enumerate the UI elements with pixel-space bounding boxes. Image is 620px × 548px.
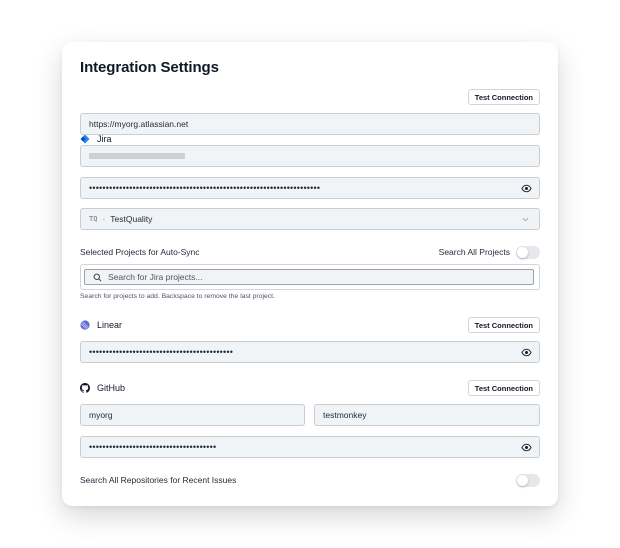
eye-icon[interactable]	[521, 183, 532, 194]
integration-settings-card: Integration Settings Jira Test Connectio…	[62, 42, 558, 506]
chevron-down-icon	[522, 217, 529, 222]
github-section-header: GitHub	[80, 379, 125, 397]
project-separator: ·	[102, 214, 106, 224]
linear-icon	[80, 320, 90, 330]
linear-test-connection-button[interactable]: Test Connection	[467, 317, 540, 333]
linear-label: Linear	[97, 320, 123, 330]
github-repo-value: testmonkey	[323, 410, 367, 420]
search-all-projects-label: Search All Projects	[438, 247, 510, 257]
jira-icon	[80, 134, 90, 144]
search-icon	[93, 273, 102, 281]
jira-token-dots: ••••••••••••••••••••••••••••••••••••••••…	[89, 183, 321, 193]
jira-project-search-input[interactable]: Search for Jira projects...	[84, 269, 534, 285]
jira-url-field[interactable]: https://myorg.atlassian.net	[80, 113, 540, 135]
jira-label: Jira	[97, 134, 112, 144]
linear-token-dots: ••••••••••••••••••••••••••••••••••••••••…	[89, 347, 234, 357]
jira-test-connection-button[interactable]: Test Connection	[467, 89, 540, 105]
github-token-dots: ••••••••••••••••••••••••••••••••••••••	[89, 442, 217, 452]
linear-section-header: Linear	[80, 316, 122, 334]
search-all-projects-toggle[interactable]	[516, 245, 540, 259]
search-repos-label: Search All Repositories for Recent Issue…	[80, 475, 237, 485]
github-owner-value: myorg	[89, 410, 113, 420]
project-key-badge: TQ	[89, 215, 98, 223]
github-test-connection-button[interactable]: Test Connection	[467, 380, 540, 396]
github-token-field[interactable]: ••••••••••••••••••••••••••••••••••••••	[80, 436, 540, 458]
linear-api-key-field[interactable]: ••••••••••••••••••••••••••••••••••••••••…	[80, 341, 540, 363]
search-repos-row: Search All Repositories for Recent Issue…	[80, 472, 540, 488]
page-title: Integration Settings	[80, 59, 219, 76]
search-placeholder: Search for Jira projects...	[108, 272, 203, 282]
github-label: GitHub	[97, 383, 126, 393]
eye-icon[interactable]	[521, 442, 532, 453]
redacted-value	[89, 153, 185, 159]
jira-email-field[interactable]	[80, 145, 540, 167]
auto-sync-row: Selected Projects for Auto-Sync Search A…	[80, 244, 540, 260]
github-repo-field[interactable]: testmonkey	[314, 404, 540, 426]
search-hint: Search for projects to add. Backspace to…	[80, 293, 275, 300]
jira-project-select[interactable]: TQ · TestQuality	[80, 208, 540, 230]
jira-project-search-box: Search for Jira projects...	[80, 264, 540, 290]
jira-api-token-field[interactable]: ••••••••••••••••••••••••••••••••••••••••…	[80, 177, 540, 199]
jira-url-value: https://myorg.atlassian.net	[89, 119, 189, 129]
search-repos-toggle[interactable]	[516, 473, 540, 487]
auto-sync-label: Selected Projects for Auto-Sync	[80, 247, 200, 257]
project-name: TestQuality	[110, 214, 153, 224]
eye-icon[interactable]	[521, 347, 532, 358]
github-icon	[80, 383, 90, 393]
github-owner-field[interactable]: myorg	[80, 404, 305, 426]
